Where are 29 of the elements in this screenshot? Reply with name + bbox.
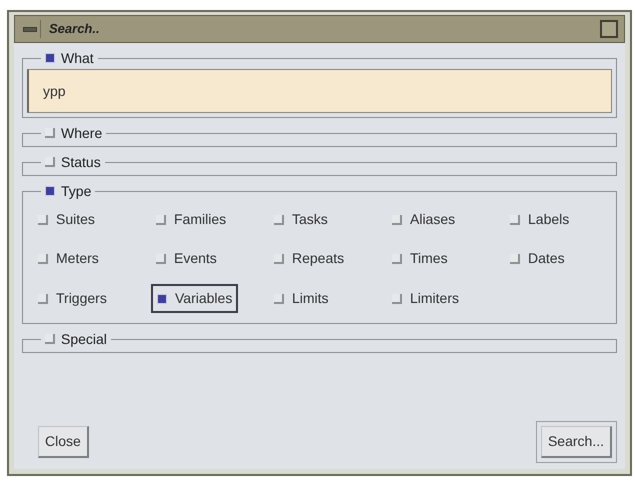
type-option[interactable]: Variables [151, 284, 238, 313]
checkbox[interactable] [45, 128, 55, 138]
section-label: Special [61, 330, 107, 348]
type-option[interactable]: Repeats [269, 245, 350, 272]
search-button[interactable]: Search... [540, 426, 612, 458]
section-label: Where [61, 124, 102, 142]
type-option[interactable]: Limits [269, 284, 334, 313]
checkbox[interactable] [45, 53, 55, 63]
type-option[interactable]: Triggers [33, 284, 112, 313]
type-option[interactable]: Meters [33, 245, 104, 272]
search-field[interactable]: ypp [27, 69, 612, 113]
section-label: Type [61, 182, 92, 200]
type-option[interactable]: Events [151, 245, 222, 272]
type-option[interactable]: Times [387, 245, 453, 272]
type-option[interactable]: Labels [505, 206, 574, 233]
maximize-button[interactable] [600, 20, 618, 38]
type-option[interactable]: Tasks [269, 206, 333, 233]
checkbox[interactable] [45, 157, 55, 167]
close-button[interactable]: Close [38, 426, 89, 458]
type-option[interactable]: Limiters [387, 284, 464, 313]
type-option[interactable]: Suites [33, 206, 100, 233]
checkbox[interactable] [45, 186, 55, 196]
type-option[interactable]: Dates [505, 245, 570, 272]
type-option[interactable]: Aliases [387, 206, 460, 233]
checkbox[interactable] [45, 334, 55, 344]
type-option[interactable]: Families [151, 206, 232, 233]
section-label: Status [61, 153, 101, 171]
window-title: Search.. [49, 20, 100, 38]
section-label: What [61, 49, 94, 67]
